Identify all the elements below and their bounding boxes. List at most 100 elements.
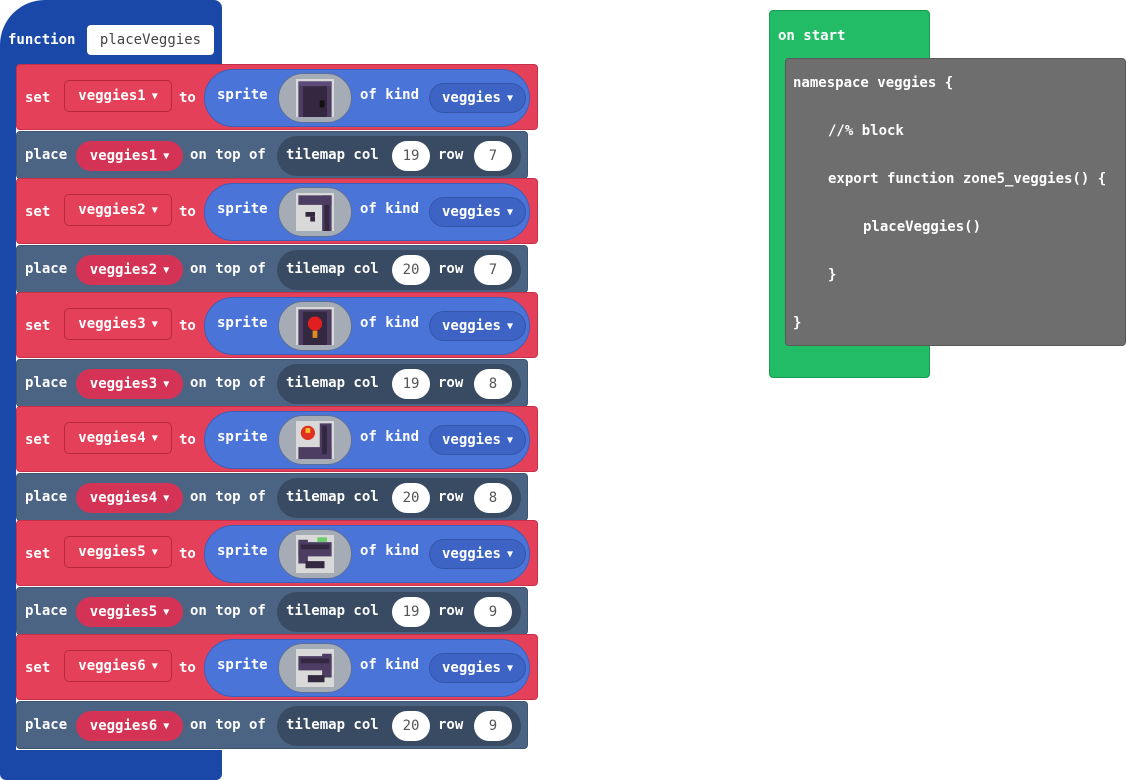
kind-dropdown[interactable]: veggies ▼ bbox=[429, 83, 526, 113]
sprite-create-block[interactable]: sprite of kind veggies ▼ bbox=[204, 183, 530, 241]
variable-dropdown[interactable]: veggies2 ▼ bbox=[64, 194, 172, 226]
variable-dropdown[interactable]: veggies6 ▼ bbox=[64, 650, 172, 682]
col-number-field[interactable]: 20 bbox=[392, 483, 430, 513]
row-number-field[interactable]: 7 bbox=[474, 141, 512, 171]
variable-dropdown[interactable]: veggies2 ▼ bbox=[76, 255, 183, 285]
of-kind-keyword: of kind bbox=[360, 657, 420, 673]
row-number-field[interactable]: 7 bbox=[474, 255, 512, 285]
to-keyword: to bbox=[179, 432, 196, 448]
col-number-field[interactable]: 19 bbox=[392, 141, 430, 171]
kind-dropdown[interactable]: veggies ▼ bbox=[429, 539, 526, 569]
sprite-create-block[interactable]: sprite of kind veggies ▼ bbox=[204, 411, 530, 469]
sprite-create-block[interactable]: sprite of kind veggies ▼ bbox=[204, 69, 530, 127]
set-sprite-block[interactable]: set veggies4 ▼ to sprite of kind veggies ▼ bbox=[16, 406, 538, 472]
dropdown-arrow-icon: ▼ bbox=[163, 150, 170, 162]
tilemap-location-block[interactable]: tilemap col 20 row 9 bbox=[277, 706, 521, 746]
sprite-image-picker[interactable] bbox=[278, 529, 352, 579]
function-block-footer bbox=[0, 750, 222, 780]
dropdown-arrow-icon: ▼ bbox=[506, 662, 514, 674]
tilemap-location-block[interactable]: tilemap col 20 row 7 bbox=[277, 250, 521, 290]
place-sprite-block[interactable]: place veggies3 ▼ on top of tilemap col 19… bbox=[16, 359, 528, 407]
col-number-field[interactable]: 19 bbox=[392, 597, 430, 627]
variable-dropdown[interactable]: veggies1 ▼ bbox=[76, 141, 183, 171]
variable-dropdown[interactable]: veggies4 ▼ bbox=[64, 422, 172, 454]
col-number-field[interactable]: 19 bbox=[392, 369, 430, 399]
variable-dropdown[interactable]: veggies5 ▼ bbox=[64, 536, 172, 568]
sprite-image-picker[interactable] bbox=[278, 187, 352, 237]
set-sprite-block[interactable]: set veggies5 ▼ to sprite of kind veggies ▼ bbox=[16, 520, 538, 586]
code-line: } bbox=[793, 315, 802, 331]
variable-name: veggies5 bbox=[78, 544, 146, 560]
place-sprite-block[interactable]: place veggies6 ▼ on top of tilemap col 20… bbox=[16, 701, 528, 749]
kind-name: veggies bbox=[441, 546, 501, 562]
row-number-field[interactable]: 8 bbox=[474, 483, 512, 513]
dropdown-arrow-icon: ▼ bbox=[163, 720, 170, 732]
variable-name: veggies3 bbox=[78, 316, 146, 332]
function-block-spine bbox=[0, 68, 16, 765]
tilemap-col-keyword: tilemap col bbox=[286, 147, 379, 163]
row-number-field[interactable]: 9 bbox=[474, 597, 512, 627]
set-keyword: set bbox=[25, 318, 51, 334]
sprite-image-picker[interactable] bbox=[278, 301, 352, 351]
sprite-image-picker[interactable] bbox=[278, 415, 352, 465]
sprite-keyword: sprite bbox=[217, 657, 268, 673]
row-number-field[interactable]: 9 bbox=[474, 711, 512, 741]
sprite-create-block[interactable]: sprite of kind veggies ▼ bbox=[204, 297, 530, 355]
sprite-image-picker[interactable] bbox=[278, 643, 352, 693]
variable-name: veggies5 bbox=[89, 604, 158, 620]
javascript-code-block[interactable]: namespace veggies { //% block export fun… bbox=[785, 58, 1126, 346]
kind-name: veggies bbox=[441, 432, 501, 448]
place-keyword: place bbox=[25, 261, 68, 277]
sprite-create-block[interactable]: sprite of kind veggies ▼ bbox=[204, 639, 530, 697]
code-line: //% block bbox=[828, 123, 904, 139]
row-number-field[interactable]: 8 bbox=[474, 369, 512, 399]
col-number-field[interactable]: 20 bbox=[392, 255, 430, 285]
dropdown-arrow-icon: ▼ bbox=[151, 90, 158, 102]
dropdown-arrow-icon: ▼ bbox=[151, 318, 158, 330]
place-sprite-block[interactable]: place veggies5 ▼ on top of tilemap col 19… bbox=[16, 587, 528, 635]
kind-name: veggies bbox=[441, 318, 501, 334]
col-number-field[interactable]: 20 bbox=[392, 711, 430, 741]
set-sprite-block[interactable]: set veggies6 ▼ to sprite of kind veggies ▼ bbox=[16, 634, 538, 700]
of-kind-keyword: of kind bbox=[360, 201, 420, 217]
set-sprite-block[interactable]: set veggies3 ▼ to sprite of kind veggies ▼ bbox=[16, 292, 538, 358]
set-sprite-block[interactable]: set veggies1 ▼ to sprite of kind veggies ▼ bbox=[16, 64, 538, 130]
dropdown-arrow-icon: ▼ bbox=[151, 204, 158, 216]
function-block-header[interactable]: function placeVeggies bbox=[0, 0, 222, 70]
variable-dropdown[interactable]: veggies6 ▼ bbox=[76, 711, 183, 741]
kind-dropdown[interactable]: veggies ▼ bbox=[429, 425, 526, 455]
variable-dropdown[interactable]: veggies4 ▼ bbox=[76, 483, 183, 513]
dropdown-arrow-icon: ▼ bbox=[506, 92, 514, 104]
sprite-create-block[interactable]: sprite of kind veggies ▼ bbox=[204, 525, 530, 583]
tilemap-location-block[interactable]: tilemap col 19 row 7 bbox=[277, 136, 521, 176]
variable-dropdown[interactable]: veggies5 ▼ bbox=[76, 597, 183, 627]
kind-dropdown[interactable]: veggies ▼ bbox=[429, 197, 526, 227]
kind-dropdown[interactable]: veggies ▼ bbox=[429, 653, 526, 683]
code-line: namespace veggies { bbox=[793, 75, 954, 91]
place-sprite-block[interactable]: place veggies4 ▼ on top of tilemap col 20… bbox=[16, 473, 528, 521]
place-sprite-block[interactable]: place veggies1 ▼ on top of tilemap col 19… bbox=[16, 131, 528, 179]
variable-dropdown[interactable]: veggies1 ▼ bbox=[64, 80, 172, 112]
variable-dropdown[interactable]: veggies3 ▼ bbox=[64, 308, 172, 340]
function-name-field[interactable]: placeVeggies bbox=[87, 25, 214, 55]
tilemap-location-block[interactable]: tilemap col 19 row 8 bbox=[277, 364, 521, 404]
to-keyword: to bbox=[179, 318, 196, 334]
to-keyword: to bbox=[179, 660, 196, 676]
variable-name: veggies2 bbox=[89, 262, 158, 278]
variable-name: veggies4 bbox=[78, 430, 146, 446]
set-sprite-block[interactable]: set veggies2 ▼ to sprite of kind veggies ▼ bbox=[16, 178, 538, 244]
on-top-of-keyword: on top of bbox=[190, 147, 266, 163]
kind-dropdown[interactable]: veggies ▼ bbox=[429, 311, 526, 341]
variable-name: veggies3 bbox=[89, 376, 158, 392]
tilemap-location-block[interactable]: tilemap col 20 row 8 bbox=[277, 478, 521, 518]
on-top-of-keyword: on top of bbox=[190, 603, 266, 619]
place-sprite-block[interactable]: place veggies2 ▼ on top of tilemap col 20… bbox=[16, 245, 528, 293]
place-keyword: place bbox=[25, 375, 68, 391]
tilemap-location-block[interactable]: tilemap col 19 row 9 bbox=[277, 592, 521, 632]
variable-name: veggies6 bbox=[89, 718, 158, 734]
place-keyword: place bbox=[25, 147, 68, 163]
dropdown-arrow-icon: ▼ bbox=[506, 548, 514, 560]
variable-dropdown[interactable]: veggies3 ▼ bbox=[76, 369, 183, 399]
of-kind-keyword: of kind bbox=[360, 543, 420, 559]
sprite-image-picker[interactable] bbox=[278, 73, 352, 123]
